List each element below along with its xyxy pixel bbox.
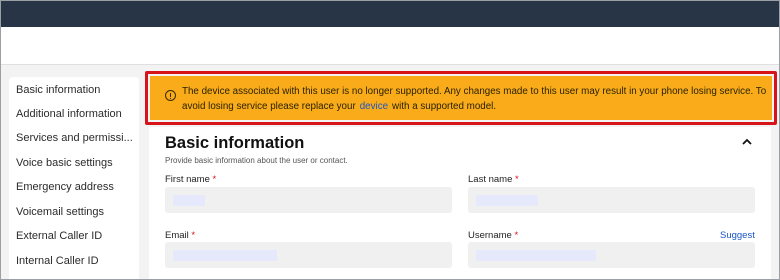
last-name-label: Last name * — [468, 174, 519, 185]
required-marker: * — [212, 174, 217, 185]
device-link[interactable]: device — [360, 101, 388, 112]
chevron-up-icon[interactable] — [741, 137, 753, 147]
first-name-label: First name * — [165, 174, 217, 185]
email-field[interactable] — [165, 242, 452, 268]
redacted-value — [476, 195, 538, 206]
redacted-value — [476, 250, 596, 261]
required-marker: * — [191, 230, 196, 241]
sidebar-item-basic-information[interactable]: Basic information — [16, 84, 134, 96]
sub-header — [1, 27, 779, 65]
sidebar-item-internal-caller-id[interactable]: Internal Caller ID — [16, 255, 134, 267]
last-name-field[interactable] — [468, 187, 755, 213]
warning-icon — [165, 90, 176, 101]
warning-text-end: with a supported model. — [392, 101, 497, 112]
warning-banner: The device associated with this user is … — [150, 76, 772, 120]
settings-sidebar: Basic information Additional information… — [9, 77, 139, 279]
suggest-link[interactable]: Suggest — [720, 230, 755, 241]
sidebar-item-additional-information[interactable]: Additional information — [16, 108, 134, 120]
username-label: Username * — [468, 230, 519, 241]
basic-information-panel: Basic information Provide basic informat… — [149, 127, 771, 279]
redacted-value — [173, 195, 205, 206]
section-description: Provide basic information about the user… — [165, 156, 348, 165]
redacted-value — [173, 250, 277, 261]
sidebar-item-voice-basic-settings[interactable]: Voice basic settings — [16, 157, 134, 169]
sidebar-item-services-and-permissions[interactable]: Services and permissi... — [16, 132, 134, 144]
first-name-field[interactable] — [165, 187, 452, 213]
username-field[interactable] — [468, 242, 755, 268]
app-window: Basic information Additional information… — [0, 0, 780, 280]
email-label: Email * — [165, 230, 196, 241]
warning-message: The device associated with this user is … — [182, 84, 772, 114]
required-marker: * — [514, 230, 519, 241]
section-title: Basic information — [165, 134, 305, 152]
warning-banner-highlight: The device associated with this user is … — [145, 71, 777, 125]
sidebar-item-emergency-address[interactable]: Emergency address — [16, 181, 134, 193]
top-nav-bar — [1, 1, 779, 27]
required-marker: * — [515, 174, 519, 185]
sidebar-item-external-caller-id[interactable]: External Caller ID — [16, 230, 134, 242]
sidebar-item-voicemail-settings[interactable]: Voicemail settings — [16, 206, 134, 218]
